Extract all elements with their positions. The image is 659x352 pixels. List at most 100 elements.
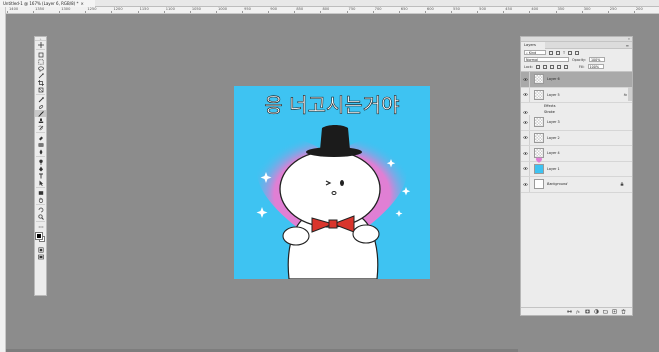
ruler-tick [555, 11, 557, 13]
panel-menu-icon[interactable]: ≡ [626, 42, 629, 49]
blend-row: Normal Opacity: 100% [521, 56, 632, 63]
ruler-label: 700 [374, 7, 382, 11]
document-tab[interactable]: Untitled-1 @ 167% (Layer 6, RGB/8) * × [0, 0, 95, 7]
kind-filter-select[interactable]: ⌕ Kind [524, 50, 546, 55]
vertical-ruler[interactable] [0, 7, 6, 352]
rectangle-icon[interactable] [35, 189, 46, 196]
more-tools-icon[interactable] [35, 223, 46, 230]
type-icon[interactable] [35, 172, 46, 179]
history-brush-icon[interactable] [35, 124, 46, 131]
tab-layers[interactable]: Layers [521, 42, 545, 49]
visibility-eye-icon[interactable] [521, 115, 530, 130]
eyedropper-icon[interactable] [35, 96, 46, 103]
eraser-icon[interactable] [35, 134, 46, 141]
visibility-eye-icon[interactable] [521, 161, 530, 176]
opacity-input[interactable]: 100% [588, 57, 605, 62]
pen-icon[interactable] [35, 165, 46, 172]
photoshop-window: Untitled-1 @ 167% (Layer 6, RGB/8) * × 14… [0, 0, 659, 352]
visibility-eye-icon[interactable] [521, 72, 530, 87]
layer-row[interactable]: Layer 1 [521, 161, 632, 177]
lock-transparent-icon[interactable] [535, 64, 540, 69]
layers-scrollbar[interactable] [628, 87, 632, 101]
ruler-label: 650 [400, 7, 408, 11]
layer-row[interactable]: Background [521, 177, 632, 193]
visibility-eye-icon[interactable] [521, 177, 530, 192]
ruler-label: 900 [270, 7, 278, 11]
toolbar-separator [36, 94, 45, 95]
ruler-label: 1250 [87, 7, 97, 11]
marquee-icon[interactable] [35, 58, 46, 65]
filter-adjustment-icon[interactable] [556, 50, 560, 55]
character-right-eye [340, 180, 344, 186]
layer-fx-badge[interactable]: fx [624, 93, 627, 97]
group-icon[interactable] [603, 309, 608, 314]
lock-image-icon[interactable] [542, 64, 547, 69]
visibility-eye-icon[interactable] [521, 130, 530, 145]
path-selection-icon[interactable] [35, 179, 46, 186]
filter-type-icon[interactable]: T [563, 51, 565, 55]
artboard-icon[interactable] [35, 51, 46, 58]
screen-mode-icon[interactable] [35, 253, 46, 260]
layer-row[interactable]: Layer 2 [521, 130, 632, 146]
tools-panel: » [34, 36, 47, 296]
layer-name: Layer 3 [547, 120, 560, 125]
visibility-eye-icon[interactable] [521, 87, 530, 102]
layers-panel-footer: fx [521, 307, 632, 315]
toolbar-separator [36, 132, 45, 133]
clone-stamp-icon[interactable] [35, 117, 46, 124]
lock-row: Lock: Fill: 100% [521, 63, 632, 70]
adjustment-icon[interactable] [594, 309, 599, 314]
lasso-icon[interactable] [35, 65, 46, 72]
frame-icon[interactable] [35, 86, 46, 93]
document-canvas[interactable]: 응 너고시는거야 [234, 86, 430, 279]
ruler-tick [398, 11, 400, 13]
lock-position-icon[interactable] [549, 64, 554, 69]
layer-thumbnail [534, 117, 544, 128]
lock-artboard-icon[interactable] [556, 64, 561, 69]
quick-mask-icon[interactable] [35, 246, 46, 253]
ruler-label: 550 [453, 7, 460, 11]
crop-icon[interactable] [35, 79, 46, 86]
ruler-label: 600 [426, 7, 434, 11]
fx-icon[interactable]: fx [576, 309, 581, 314]
visibility-eye-icon[interactable] [521, 146, 530, 161]
ruler-label: 250 [609, 7, 617, 11]
brush-icon[interactable] [35, 110, 46, 117]
ruler-label: 1000 [217, 7, 228, 11]
mask-icon[interactable] [585, 309, 590, 314]
filter-shape-icon[interactable] [568, 50, 573, 55]
gradient-icon[interactable] [35, 141, 46, 148]
link-icon[interactable] [567, 309, 572, 314]
healing-brush-icon[interactable] [35, 103, 46, 110]
layer-name: Background [547, 182, 568, 187]
trash-icon[interactable] [621, 309, 626, 314]
new-layer-icon[interactable] [612, 309, 617, 314]
ruler-label: 1100 [165, 7, 175, 11]
ruler-tick [268, 11, 270, 13]
move-icon[interactable] [35, 41, 46, 48]
zoom-icon[interactable] [35, 213, 46, 220]
dodge-icon[interactable] [35, 158, 46, 165]
layer-thumbnail [534, 89, 544, 100]
close-icon[interactable]: × [80, 1, 83, 6]
ruler-label: 400 [531, 7, 539, 11]
magic-wand-icon[interactable] [35, 72, 46, 79]
blend-mode-select[interactable]: Normal [524, 57, 569, 62]
horizontal-ruler[interactable]: 1400 1350 1300 1250 1200 1150 1100 1050 1000 950 9… [6, 7, 659, 14]
ruler-tick [503, 11, 505, 13]
rotate-view-icon[interactable] [35, 206, 46, 213]
filter-smart-object-icon[interactable] [575, 50, 580, 55]
layer-row[interactable]: Layer 4 [521, 146, 632, 164]
hand-icon[interactable] [35, 196, 46, 203]
ruler-label: 350 [557, 7, 565, 11]
foreground-color-swatch[interactable] [35, 232, 43, 240]
filter-pixel-icon[interactable] [549, 50, 553, 55]
lock-all-icon[interactable] [563, 64, 568, 69]
layer-name: Stroke [544, 110, 555, 114]
layer-row[interactable]: Layer 6 [521, 72, 632, 88]
blur-icon[interactable] [35, 148, 46, 155]
ruler-tick [189, 11, 191, 13]
layer-row[interactable]: Layer 3 [521, 115, 632, 131]
fill-input[interactable]: 100% [587, 64, 604, 69]
layer-row[interactable]: Layer 5 fx [521, 87, 632, 103]
